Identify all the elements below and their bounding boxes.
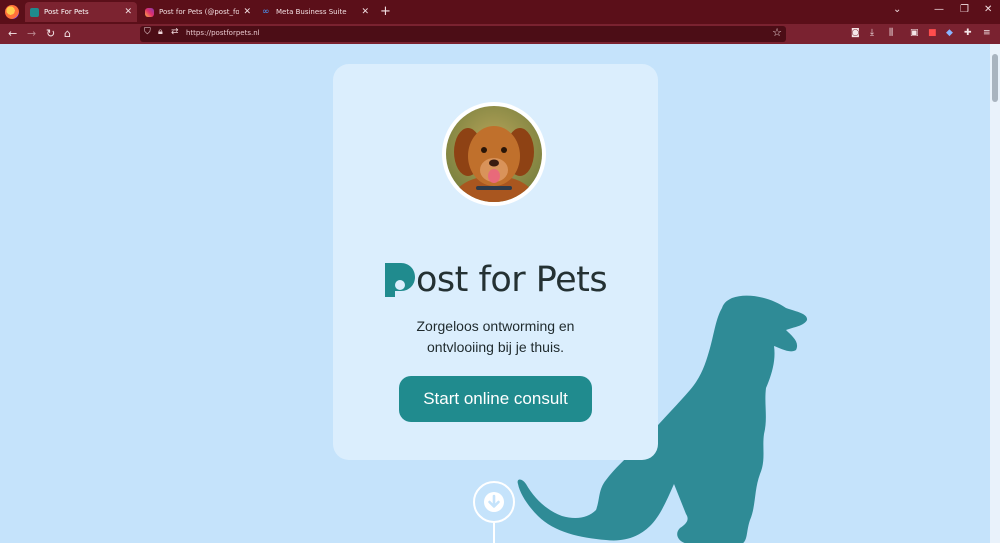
tagline-line-1: Zorgeloos ontworming en <box>416 318 575 334</box>
scroll-indicator-line <box>493 523 495 543</box>
tab-label: Meta Business Suite <box>276 8 347 16</box>
reload-icon[interactable]: ↻ <box>46 27 55 41</box>
permissions-icon[interactable]: ⇄ <box>171 27 179 37</box>
address-bar[interactable]: ⛉ 🔒︎ ⇄ https://postforpets.nl ☆ <box>140 26 786 42</box>
close-icon[interactable]: ✕ <box>243 7 251 17</box>
dog-avatar <box>442 102 546 206</box>
extension-icon[interactable]: ▣ <box>910 28 919 38</box>
navigation-bar: ← → ↻ ⌂ ⛉ 🔒︎ ⇄ https://postforpets.nl ☆ … <box>0 24 1000 44</box>
p-logo-icon <box>385 263 415 297</box>
scroll-down-button[interactable] <box>473 481 515 523</box>
scrollbar-thumb[interactable] <box>992 54 998 102</box>
minimize-icon[interactable]: — <box>934 4 944 15</box>
shield-icon[interactable]: ⛉ <box>144 27 151 37</box>
close-icon[interactable]: ✕ <box>361 7 369 17</box>
instagram-icon <box>145 7 154 17</box>
firefox-icon[interactable] <box>5 5 19 19</box>
lock-icon[interactable]: 🔒︎ <box>158 27 163 37</box>
hero-card: ost for Pets Zorgeloos ontworming en ont… <box>333 64 658 460</box>
page-viewport: ost for Pets Zorgeloos ontworming en ont… <box>0 44 990 543</box>
close-icon[interactable]: ✕ <box>124 7 132 17</box>
start-online-consult-button[interactable]: Start online consult <box>399 376 592 422</box>
pocket-icon[interactable]: ◙ <box>851 28 860 38</box>
arrow-down-icon <box>484 492 504 512</box>
bookmark-star-icon[interactable]: ☆ <box>772 26 782 39</box>
tab-label: Post For Pets <box>44 8 89 16</box>
meta-icon: ∞ <box>262 6 270 17</box>
extensions-puzzle-icon[interactable]: ✚ <box>964 28 972 38</box>
tab-meta-business-suite[interactable]: ∞ Meta Business Suite ✕ <box>257 2 374 22</box>
restore-icon[interactable]: ❐ <box>960 4 969 15</box>
post-for-pets-logo[interactable]: ost for Pets <box>385 260 608 300</box>
url-text[interactable]: https://postforpets.nl <box>186 29 260 37</box>
list-all-tabs-chevron-icon[interactable]: ⌄ <box>893 4 901 15</box>
home-icon[interactable]: ⌂ <box>64 27 71 41</box>
menu-icon[interactable]: ≡ <box>983 28 991 38</box>
downloads-icon[interactable]: ⤓ <box>870 28 874 38</box>
adblock-extension-icon[interactable]: ■ <box>928 28 937 38</box>
brand-name: ost for Pets <box>416 260 608 300</box>
forward-icon[interactable]: → <box>27 27 36 41</box>
new-tab-button[interactable]: + <box>380 4 391 19</box>
tab-bar: Post For Pets ✕ Post for Pets (@post_for… <box>0 0 1000 24</box>
tab-label: Post for Pets (@post_for_pets) • <box>159 8 240 16</box>
dog-photo-image <box>446 106 542 202</box>
post-for-pets-favicon-icon <box>30 7 39 17</box>
page-scrollbar[interactable] <box>990 44 1000 543</box>
tagline: Zorgeloos ontworming en ontvlooiing bij … <box>353 316 638 358</box>
library-icon[interactable]: ⫼ <box>889 28 893 38</box>
tagline-line-2: ontvlooiing bij je thuis. <box>427 339 564 355</box>
window-close-icon[interactable]: ✕ <box>984 4 992 15</box>
tab-instagram[interactable]: Post for Pets (@post_for_pets) • ✕ <box>140 2 256 22</box>
back-icon[interactable]: ← <box>8 27 17 41</box>
shield-extension-icon[interactable]: ◆ <box>946 28 953 38</box>
tab-post-for-pets[interactable]: Post For Pets ✕ <box>25 2 137 22</box>
